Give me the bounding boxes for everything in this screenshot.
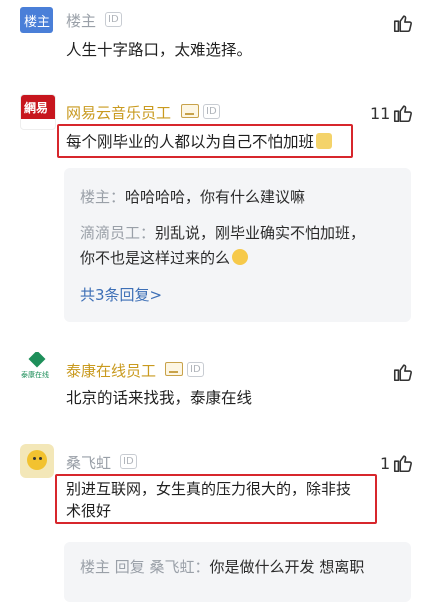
reply-line: 楼主 回复 桑飞虹：你是做什么开发 想离职 — [80, 556, 364, 577]
thumbs-up-icon[interactable] — [392, 452, 414, 474]
comment-text-line2: 术很好 — [66, 502, 112, 520]
id-tag: ID — [105, 12, 122, 27]
reply-line: 滴滴员工：别乱说，刚毕业确实不怕加班， — [80, 222, 365, 243]
commenter-name[interactable]: 网易云音乐员工 — [66, 102, 171, 123]
netease-avatar[interactable]: 網易 — [20, 94, 56, 130]
floor-comment-text: 人生十字路口，太难选择。 — [66, 41, 253, 59]
commenter-name[interactable]: 泰康在线员工 — [66, 360, 156, 381]
reply-author[interactable]: 滴滴员工： — [80, 224, 155, 242]
reply-text: 别乱说，刚毕业确实不怕加班， — [155, 224, 366, 242]
smile-emoji-icon — [232, 249, 249, 265]
floor-owner-name[interactable]: 楼主 — [66, 10, 96, 31]
awkward-emoji-icon — [316, 133, 333, 149]
comment-text-content: 每个刚毕业的人都以为自己不怕加班 — [66, 133, 315, 151]
commenter-name[interactable]: 桑飞虹 — [66, 452, 111, 473]
view-more-replies-link[interactable]: 共3条回复> — [80, 284, 162, 305]
comment-text: 每个刚毕业的人都以为自己不怕加班 — [66, 130, 333, 152]
thumbs-up-icon[interactable] — [392, 102, 414, 124]
like-count: 1 — [380, 454, 391, 473]
like-count: 11 — [370, 104, 391, 123]
comment-text-line1: 别进互联网，女生真的压力很大的，除非技 — [66, 480, 352, 498]
reply-author[interactable]: 楼主 回复 桑飞虹： — [80, 558, 210, 576]
reply-author[interactable]: 楼主： — [80, 188, 125, 206]
taikang-avatar-text: 泰康在线 — [21, 371, 49, 379]
taikang-avatar[interactable]: 泰康在线 — [20, 352, 54, 386]
reply-text: 哈哈哈哈，你有什么建议嘛 — [125, 188, 306, 206]
reply-line: 楼主：哈哈哈哈，你有什么建议嘛 — [80, 186, 305, 207]
comment-text: 北京的话来找我，泰康在线 — [66, 389, 253, 407]
user-avatar[interactable] — [20, 444, 54, 478]
thumbs-up-icon[interactable] — [392, 361, 414, 383]
id-tag: ID — [187, 362, 204, 377]
floor-badge-label: 楼主 — [24, 15, 51, 30]
netease-avatar-text: 網易 — [24, 101, 49, 115]
reply-text: 你不也是这样过来的么 — [80, 249, 231, 267]
reply-text: 你是做什么开发 想离职 — [209, 558, 365, 576]
floor-badge-avatar: 楼主 — [20, 7, 53, 33]
thumbs-up-icon[interactable] — [392, 12, 414, 34]
id-tag: ID — [120, 454, 137, 469]
id-tag: ID — [203, 104, 220, 119]
reply-line-continued: 你不也是这样过来的么 — [80, 247, 249, 268]
verified-badge-icon — [165, 362, 183, 376]
verified-badge-icon — [181, 104, 199, 118]
